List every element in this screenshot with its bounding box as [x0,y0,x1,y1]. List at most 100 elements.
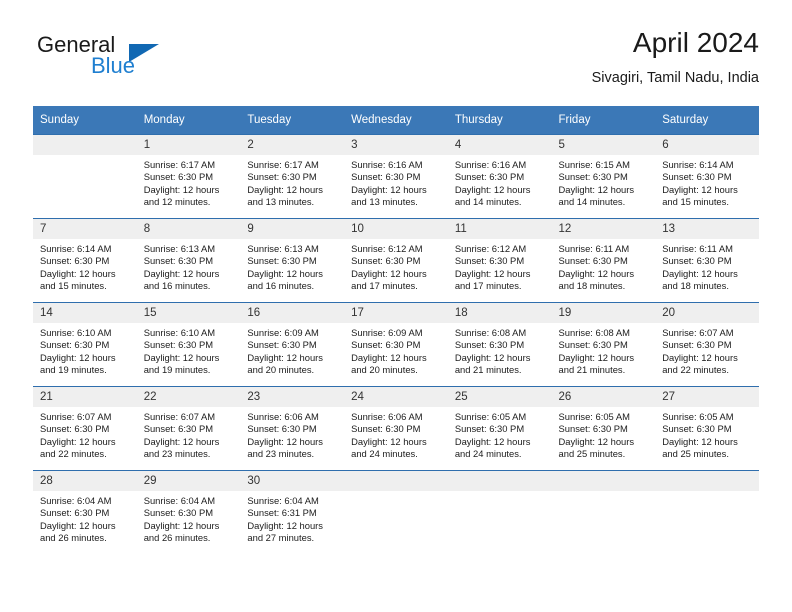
day-info: Sunrise: 6:09 AM Sunset: 6:30 PM Daylight:… [240,323,344,377]
calendar-day-cell[interactable]: 26 Sunrise: 6:05 AM Sunset: 6:30 PM Dayligh… [551,386,656,471]
day-info: Sunrise: 6:15 AM Sunset: 6:30 PM Daylight:… [552,155,656,209]
sunset-text: Sunset: 6:30 PM [143,423,214,435]
daylight-text: Daylight: 12 hours and 16 minutes. [143,267,220,292]
calendar-day-cell[interactable]: 13 Sunrise: 6:11 AM Sunset: 6:30 PM Dayligh… [655,218,759,303]
sunrise-text: Sunrise: 6:07 AM [662,327,734,338]
daylight-text: Daylight: 12 hours and 20 minutes. [351,351,427,376]
sunset-text: Sunset: 6:30 PM [454,339,525,351]
day-number: 2 [240,135,345,155]
calendar-day-cell[interactable]: 12 Sunrise: 6:11 AM Sunset: 6:30 PM Dayligh… [551,218,656,303]
sunrise-text: Sunrise: 6:06 AM [351,411,423,422]
sunrise-text: Sunrise: 6:11 AM [662,243,733,254]
calendar-week-row: 7 Sunrise: 6:14 AM Sunset: 6:30 PM Daylight… [33,218,759,303]
day-info: Sunrise: 6:10 AM Sunset: 6:30 PM Daylight:… [33,323,137,377]
day-number: 11 [447,219,552,239]
day-number: 14 [33,303,137,323]
calendar-day-cell[interactable]: 2 Sunrise: 6:17 AM Sunset: 6:30 PM Daylight… [240,134,345,219]
calendar-day-cell[interactable]: 28 Sunrise: 6:04 AM Sunset: 6:30 PM Dayligh… [33,470,137,554]
calendar-day-cell[interactable]: 1 Sunrise: 6:17 AM Sunset: 6:30 PM Daylight… [136,134,241,219]
day-number [655,471,759,491]
calendar-day-cell[interactable]: 14 Sunrise: 6:10 AM Sunset: 6:30 PM Dayligh… [33,302,137,387]
sunset-text: Sunset: 6:30 PM [40,423,110,435]
daylight-text: Daylight: 12 hours and 22 minutes. [40,435,116,460]
daylight-text: Daylight: 12 hours and 14 minutes. [454,183,531,208]
sunset-text: Sunset: 6:30 PM [454,255,525,267]
daylight-text: Daylight: 12 hours and 12 minutes. [143,183,220,208]
sunset-text: Sunset: 6:30 PM [143,507,214,519]
calendar-body: 1 Sunrise: 6:17 AM Sunset: 6:30 PM Daylight… [33,134,759,554]
day-info: Sunrise: 6:07 AM Sunset: 6:30 PM Daylight:… [33,407,137,461]
day-number: 10 [344,219,448,239]
daylight-text: Daylight: 12 hours and 27 minutes. [247,519,323,544]
sunrise-text: Sunrise: 6:07 AM [143,411,216,422]
calendar-day-cell[interactable]: 10 Sunrise: 6:12 AM Sunset: 6:30 PM Dayligh… [344,218,448,303]
day-info: Sunrise: 6:06 AM Sunset: 6:30 PM Daylight:… [240,407,344,461]
logo-text-blue: Blue [91,53,136,78]
calendar-day-cell[interactable]: 5 Sunrise: 6:15 AM Sunset: 6:30 PM Daylight… [551,134,656,219]
daylight-text: Daylight: 12 hours and 26 minutes. [143,519,220,544]
sunrise-text: Sunrise: 6:16 AM [351,159,423,170]
day-number: 24 [344,387,448,407]
sunrise-text: Sunrise: 6:09 AM [351,327,423,338]
day-number: 16 [240,303,345,323]
day-number: 3 [344,135,448,155]
sunrise-text: Sunrise: 6:04 AM [40,495,112,506]
sunrise-text: Sunrise: 6:12 AM [454,243,527,254]
day-number: 21 [33,387,137,407]
daylight-text: Daylight: 12 hours and 21 minutes. [454,351,531,376]
day-info: Sunrise: 6:08 AM Sunset: 6:30 PM Daylight:… [448,323,552,377]
calendar-day-cell[interactable]: 18 Sunrise: 6:08 AM Sunset: 6:30 PM Dayligh… [447,302,552,387]
title-block: April 2024 Sivagiri, Tamil Nadu, India [592,26,759,88]
calendar-day-cell[interactable]: 22 Sunrise: 6:07 AM Sunset: 6:30 PM Dayligh… [136,386,241,471]
sunset-text: Sunset: 6:30 PM [662,423,732,435]
sunset-text: Sunset: 6:30 PM [662,171,732,183]
calendar-day-cell[interactable]: 24 Sunrise: 6:06 AM Sunset: 6:30 PM Dayligh… [344,386,448,471]
day-info: Sunrise: 6:16 AM Sunset: 6:30 PM Daylight:… [448,155,552,209]
calendar-day-cell[interactable]: 30 Sunrise: 6:04 AM Sunset: 6:31 PM Dayligh… [240,470,345,554]
calendar-day-cell[interactable]: 11 Sunrise: 6:12 AM Sunset: 6:30 PM Dayligh… [447,218,552,303]
sunrise-text: Sunrise: 6:11 AM [558,243,630,254]
calendar-day-cell[interactable]: 23 Sunrise: 6:06 AM Sunset: 6:30 PM Dayligh… [240,386,345,471]
calendar-day-cell[interactable]: 6 Sunrise: 6:14 AM Sunset: 6:30 PM Daylight… [655,134,759,219]
calendar-day-cell[interactable]: 25 Sunrise: 6:05 AM Sunset: 6:30 PM Dayligh… [447,386,552,471]
calendar-day-cell[interactable]: 16 Sunrise: 6:09 AM Sunset: 6:30 PM Dayligh… [240,302,345,387]
day-info: Sunrise: 6:08 AM Sunset: 6:30 PM Daylight:… [552,323,656,377]
calendar-day-cell[interactable]: 7 Sunrise: 6:14 AM Sunset: 6:30 PM Daylight… [33,218,137,303]
calendar-day-cell[interactable]: 8 Sunrise: 6:13 AM Sunset: 6:30 PM Daylight… [136,218,241,303]
day-number [447,471,552,491]
day-info: Sunrise: 6:11 AM Sunset: 6:30 PM Daylight:… [552,239,656,293]
calendar-day-cell[interactable]: 19 Sunrise: 6:08 AM Sunset: 6:30 PM Dayligh… [551,302,656,387]
day-info: Sunrise: 6:07 AM Sunset: 6:30 PM Daylight:… [655,323,759,377]
sunset-text: Sunset: 6:30 PM [351,423,421,435]
calendar-day-cell-empty [551,470,656,554]
daylight-text: Daylight: 12 hours and 17 minutes. [454,267,531,292]
sunset-text: Sunset: 6:30 PM [143,339,214,351]
daylight-text: Daylight: 12 hours and 23 minutes. [143,435,220,460]
day-info: Sunrise: 6:04 AM Sunset: 6:30 PM Daylight:… [137,491,241,545]
calendar-day-cell[interactable]: 17 Sunrise: 6:09 AM Sunset: 6:30 PM Dayligh… [344,302,448,387]
sunrise-text: Sunrise: 6:05 AM [558,411,630,422]
sunrise-text: Sunrise: 6:09 AM [247,327,319,338]
sunset-text: Sunset: 6:30 PM [247,171,317,183]
calendar-day-cell[interactable]: 9 Sunrise: 6:13 AM Sunset: 6:30 PM Daylight… [240,218,345,303]
page-title: April 2024 [632,27,759,58]
calendar-day-cell[interactable]: 27 Sunrise: 6:05 AM Sunset: 6:30 PM Dayligh… [655,386,759,471]
sunrise-text: Sunrise: 6:08 AM [454,327,527,338]
calendar-day-cell[interactable]: 3 Sunrise: 6:16 AM Sunset: 6:30 PM Daylight… [344,134,448,219]
sunset-text: Sunset: 6:30 PM [143,255,214,267]
generalblue-logo: General Blue [33,32,263,92]
sunset-text: Sunset: 6:30 PM [351,255,421,267]
calendar-day-cell[interactable]: 29 Sunrise: 6:04 AM Sunset: 6:30 PM Dayligh… [136,470,241,554]
calendar-day-cell[interactable]: 15 Sunrise: 6:10 AM Sunset: 6:30 PM Dayligh… [136,302,241,387]
sunrise-text: Sunrise: 6:13 AM [143,243,216,254]
day-info: Sunrise: 6:05 AM Sunset: 6:30 PM Daylight:… [655,407,759,461]
calendar-day-cell[interactable]: 21 Sunrise: 6:07 AM Sunset: 6:30 PM Dayligh… [33,386,137,471]
calendar-week-row: 1 Sunrise: 6:17 AM Sunset: 6:30 PM Daylight… [33,134,759,219]
sunrise-text: Sunrise: 6:04 AM [247,495,319,506]
weekday-header-saturday: Saturday [655,106,759,135]
calendar-day-cell[interactable]: 20 Sunrise: 6:07 AM Sunset: 6:30 PM Dayligh… [655,302,759,387]
sunset-text: Sunset: 6:30 PM [247,423,317,435]
daylight-text: Daylight: 12 hours and 26 minutes. [40,519,116,544]
calendar-week-row: 28 Sunrise: 6:04 AM Sunset: 6:30 PM Dayligh… [33,470,759,554]
calendar-day-cell[interactable]: 4 Sunrise: 6:16 AM Sunset: 6:30 PM Daylight… [447,134,552,219]
